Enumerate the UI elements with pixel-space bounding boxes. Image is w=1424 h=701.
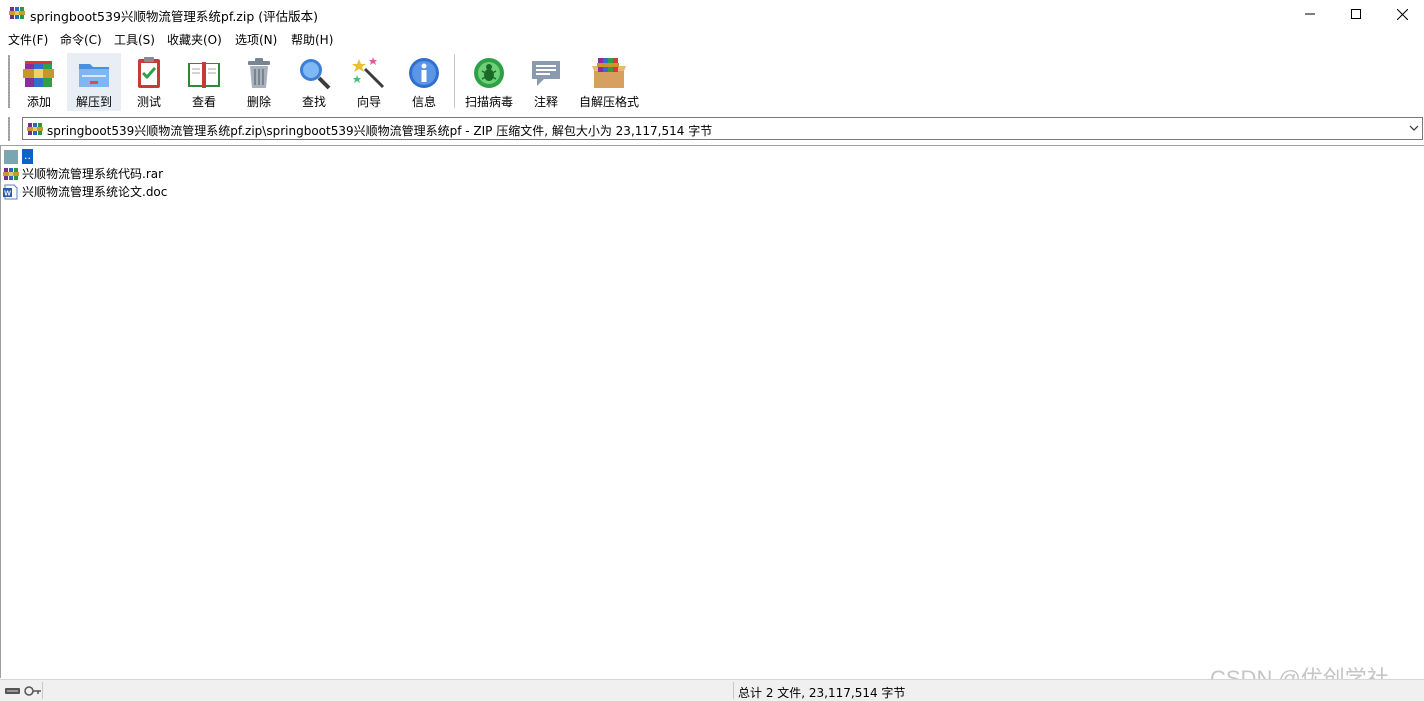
- sfx-label: 自解压格式: [578, 95, 639, 109]
- comment-icon: [532, 61, 560, 86]
- window-title: springboot539兴顺物流管理系统pf.zip (评估版本): [30, 9, 319, 24]
- menu-options[interactable]: 选项(N): [235, 31, 277, 48]
- minimize-icon: [1305, 13, 1315, 15]
- menu-favorites[interactable]: 收藏夹(O): [167, 31, 222, 48]
- extract-to-button[interactable]: 解压到: [67, 53, 121, 111]
- parent-folder-icon: [4, 149, 18, 164]
- comment-label: 注释: [533, 95, 558, 109]
- virus-scan-icon: [474, 58, 504, 88]
- file-name: 兴顺物流管理系统代码.rar: [22, 167, 164, 181]
- zip-archive-icon: [27, 123, 43, 135]
- toolbar-grip[interactable]: [8, 55, 10, 108]
- menu-help[interactable]: 帮助(H): [291, 31, 333, 48]
- svg-text:W: W: [4, 190, 11, 197]
- add-button[interactable]: 添加: [12, 53, 66, 111]
- info-icon: [409, 58, 439, 88]
- find-label: 查找: [301, 95, 326, 109]
- menu-bar: 文件(F) 命令(C) 工具(S) 收藏夹(O) 选项(N) 帮助(H): [0, 29, 1424, 48]
- file-name: ..: [22, 149, 33, 164]
- delete-button[interactable]: 删除: [232, 53, 286, 111]
- view-button[interactable]: 查看: [177, 53, 231, 111]
- trash-icon: [248, 58, 270, 88]
- test-label: 测试: [136, 95, 161, 109]
- test-clipboard-icon: [138, 57, 160, 88]
- info-button[interactable]: 信息: [397, 53, 451, 111]
- rar-file-icon: [3, 167, 19, 180]
- list-item-parent[interactable]: ..: [3, 148, 33, 165]
- menu-commands[interactable]: 命令(C): [60, 31, 102, 48]
- address-path: springboot539兴顺物流管理系统pf.zip\springboot53…: [47, 124, 713, 138]
- minimize-button[interactable]: [1287, 0, 1333, 28]
- add-archive-icon: [23, 61, 54, 87]
- sfx-button[interactable]: 自解压格式: [573, 53, 645, 111]
- view-book-icon: [188, 62, 220, 88]
- status-summary: 总计 2 文件, 23,117,514 字节: [738, 686, 906, 700]
- magnifier-icon: [300, 59, 331, 90]
- sfx-box-icon: [592, 58, 626, 88]
- chevron-down-icon[interactable]: [1409, 123, 1419, 133]
- list-item[interactable]: W 兴顺物流管理系统论文.doc: [3, 183, 167, 200]
- address-grip[interactable]: [8, 117, 10, 141]
- status-divider: [733, 682, 734, 699]
- title-bar: springboot539兴顺物流管理系统pf.zip (评估版本): [0, 0, 1424, 28]
- info-label: 信息: [411, 95, 436, 109]
- maximize-icon: [1351, 9, 1361, 19]
- file-name: 兴顺物流管理系统论文.doc: [22, 185, 168, 199]
- menu-tools[interactable]: 工具(S): [114, 31, 155, 48]
- drive-key-icon[interactable]: [4, 684, 42, 698]
- extract-folder-icon: [79, 64, 109, 87]
- add-label: 添加: [26, 95, 51, 109]
- maximize-button[interactable]: [1333, 0, 1379, 28]
- delete-label: 删除: [246, 95, 271, 109]
- wizard-button[interactable]: 向导: [342, 53, 396, 111]
- view-label: 查看: [191, 95, 216, 109]
- list-item[interactable]: 兴顺物流管理系统代码.rar: [3, 165, 163, 182]
- scan-virus-label: 扫描病毒: [464, 95, 513, 109]
- status-bar: 总计 2 文件, 23,117,514 字节: [0, 679, 1424, 701]
- find-button[interactable]: 查找: [287, 53, 341, 111]
- extract-to-label: 解压到: [75, 95, 112, 109]
- magic-wand-icon: [352, 57, 385, 89]
- status-divider: [42, 682, 43, 699]
- comment-button[interactable]: 注释: [519, 53, 573, 111]
- menu-file[interactable]: 文件(F): [8, 31, 48, 48]
- close-button[interactable]: [1379, 0, 1424, 28]
- scan-virus-button[interactable]: 扫描病毒: [457, 53, 521, 111]
- toolbar-separator: [454, 54, 455, 108]
- test-button[interactable]: 测试: [122, 53, 176, 111]
- word-doc-icon: W: [3, 184, 18, 199]
- winrar-archive-icon: [9, 7, 25, 19]
- file-list: .. 兴顺物流管理系统代码.rar W 兴顺物流管理系统论文.doc: [0, 145, 1424, 678]
- wizard-label: 向导: [356, 95, 381, 109]
- address-bar[interactable]: springboot539兴顺物流管理系统pf.zip\springboot53…: [22, 117, 1423, 140]
- close-icon: [1396, 8, 1408, 20]
